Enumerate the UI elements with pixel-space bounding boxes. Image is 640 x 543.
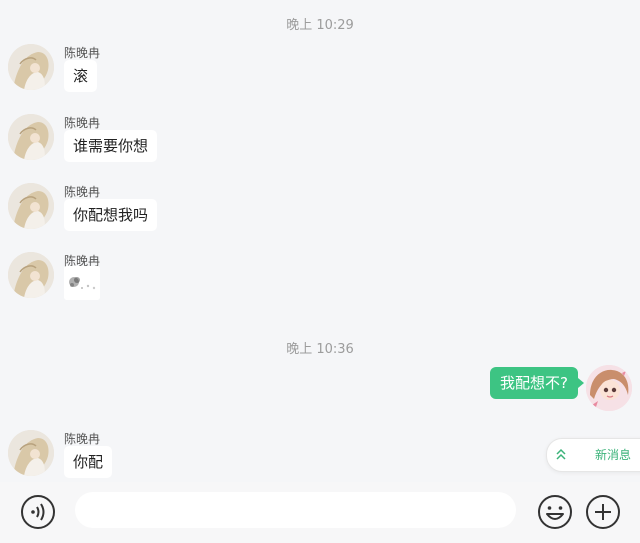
- timestamp: 晚上 10:36: [286, 342, 354, 357]
- new-messages-button[interactable]: 新消息: [546, 438, 640, 472]
- avatar[interactable]: [8, 183, 54, 229]
- input-toolbar: [0, 482, 640, 543]
- sender-name: 陈晚冉: [64, 185, 101, 199]
- message-bubble[interactable]: 滚: [64, 60, 98, 92]
- message-bubble[interactable]: 你配想我吗: [64, 199, 158, 231]
- emoji-button[interactable]: [537, 494, 573, 530]
- add-plus-icon: [586, 495, 620, 529]
- avatar[interactable]: [586, 365, 632, 411]
- new-messages-label: 新消息: [595, 448, 632, 462]
- more-actions-button[interactable]: [585, 494, 621, 530]
- avatar[interactable]: [8, 114, 54, 160]
- sender-name: 陈晚冉: [64, 116, 101, 130]
- sticker-image[interactable]: [64, 266, 100, 300]
- avatar[interactable]: [8, 44, 54, 90]
- message-bubble[interactable]: 我配想不?: [490, 367, 584, 399]
- avatar[interactable]: [8, 252, 54, 298]
- message-input[interactable]: [75, 492, 516, 528]
- emoji-smile-icon: [538, 495, 572, 529]
- message-bubble[interactable]: 你配: [64, 446, 113, 478]
- chat-message-list[interactable]: 晚上 10:29 陈晚冉 滚 陈晚冉 谁需要你想 陈晚冉 你配想我吗 陈晚冉 晚…: [0, 0, 640, 482]
- avatar[interactable]: [8, 430, 54, 476]
- double-chevron-up-icon: [556, 448, 566, 460]
- message-bubble[interactable]: 谁需要你想: [64, 130, 158, 162]
- sender-name: 陈晚冉: [64, 432, 101, 446]
- voice-wave-icon: [21, 495, 55, 529]
- sender-name: 陈晚冉: [64, 46, 101, 60]
- voice-input-button[interactable]: [20, 494, 56, 530]
- timestamp: 晚上 10:29: [286, 18, 354, 33]
